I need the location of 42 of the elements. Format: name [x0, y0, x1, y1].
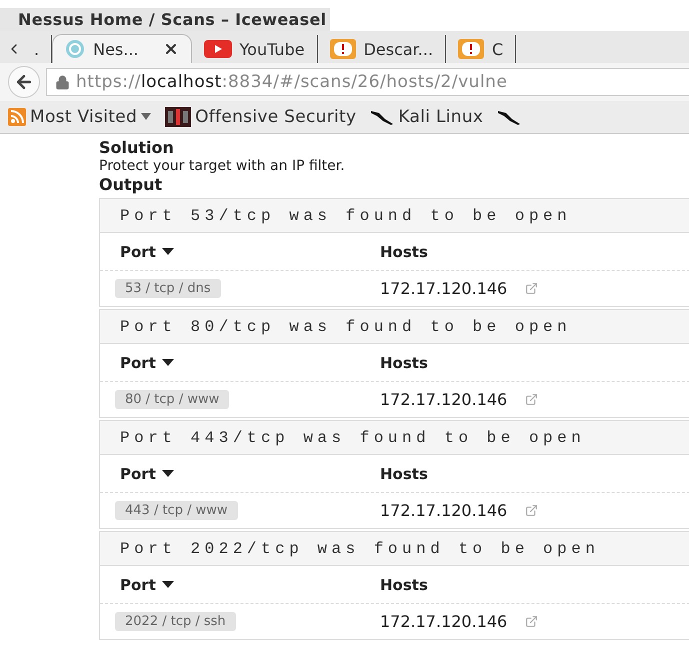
alert-icon — [458, 39, 484, 59]
port-tag: 443 / tcp / www — [115, 501, 238, 520]
column-header[interactable]: Hosts — [380, 354, 689, 372]
port-tag: 2022 / tcp / ssh — [115, 612, 236, 631]
column-header[interactable]: Hosts — [380, 242, 689, 260]
sort-caret-icon — [162, 470, 174, 477]
bookmark-item[interactable]: Kali Linux — [370, 107, 484, 127]
port-tag: 53 / tcp / dns — [115, 279, 221, 298]
alert-icon — [330, 39, 356, 59]
column-header[interactable]: Port — [120, 242, 380, 260]
result-heading: Port 443/tcp was found to be open — [120, 428, 586, 446]
browser-tab[interactable]: Nes... — [52, 34, 192, 63]
sort-caret-icon — [162, 581, 174, 588]
window-title: Nessus Home / Scans – Iceweasel — [0, 8, 330, 31]
host-address: 172.17.120.146 — [380, 501, 508, 520]
result-heading: Port 53/tcp was found to be open — [120, 206, 572, 224]
host-address: 172.17.120.146 — [380, 612, 508, 631]
column-header[interactable]: Hosts — [380, 576, 689, 594]
back-icon[interactable] — [14, 72, 34, 92]
sort-caret-icon — [162, 359, 174, 366]
result-heading: Port 80/tcp was found to be open — [120, 318, 572, 336]
offsec-icon — [165, 107, 192, 127]
lock-icon — [55, 74, 70, 90]
port-tag: 80 / tcp / www — [115, 390, 230, 409]
address-field[interactable]: https://localhost:8834/#/scans/26/hosts/2/vulne — [46, 68, 689, 96]
bookmark-item[interactable]: Offensive Security — [165, 107, 356, 127]
column-header[interactable]: Port — [120, 576, 380, 594]
sort-caret-icon — [162, 248, 174, 255]
bookmark-item[interactable]: Most Visited — [8, 107, 152, 127]
section-heading: Solution — [99, 138, 175, 157]
feed-icon — [8, 108, 26, 126]
caret-icon — [141, 113, 152, 121]
back-button[interactable] — [8, 66, 40, 98]
column-header[interactable]: Hosts — [380, 464, 689, 482]
result-heading: Port 2022/tcp was found to be open — [120, 540, 600, 558]
play-icon — [204, 40, 232, 58]
section-heading: Output — [99, 175, 164, 194]
column-header[interactable]: Port — [120, 464, 380, 482]
host-address: 172.17.120.146 — [380, 390, 508, 409]
host-address: 172.17.120.146 — [380, 279, 508, 298]
column-header[interactable]: Port — [120, 354, 380, 372]
solution-text: Protect your target with an IP filter. — [99, 157, 346, 175]
